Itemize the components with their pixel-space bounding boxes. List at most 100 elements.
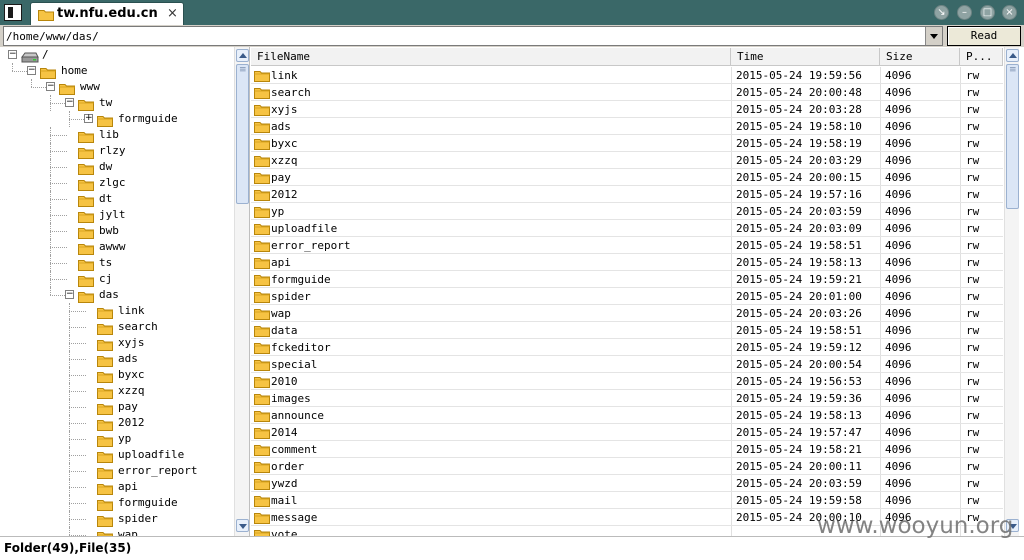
column-header-time[interactable]: Time bbox=[731, 48, 880, 66]
tab-site[interactable]: tw.nfu.edu.cn × bbox=[30, 2, 184, 25]
tree-item[interactable]: spider bbox=[0, 511, 233, 527]
tree-item[interactable]: rlzy bbox=[0, 143, 233, 159]
collapse-icon[interactable]: − bbox=[8, 50, 17, 59]
tree-item[interactable]: dw bbox=[0, 159, 233, 175]
scroll-down-icon[interactable] bbox=[236, 519, 249, 532]
folder-icon bbox=[254, 477, 270, 492]
tree-item[interactable]: api bbox=[0, 479, 233, 495]
tree-item[interactable]: xzzq bbox=[0, 383, 233, 399]
table-row[interactable]: api 2015-05-24 19:58:13 4096 rw bbox=[251, 254, 1003, 271]
tree-item[interactable]: xyjs bbox=[0, 335, 233, 351]
table-row[interactable]: uploadfile 2015-05-24 20:03:09 4096 rw bbox=[251, 220, 1003, 237]
table-row[interactable]: ads 2015-05-24 19:58:10 4096 rw bbox=[251, 118, 1003, 135]
table-row[interactable]: announce 2015-05-24 19:58:13 4096 rw bbox=[251, 407, 1003, 424]
tree-item[interactable]: uploadfile bbox=[0, 447, 233, 463]
table-row[interactable]: 2012 2015-05-24 19:57:16 4096 rw bbox=[251, 186, 1003, 203]
tree-item[interactable]: − tw bbox=[0, 95, 233, 111]
tree-item[interactable]: − das bbox=[0, 287, 233, 303]
scroll-thumb[interactable] bbox=[236, 64, 249, 204]
tree-item[interactable]: lib bbox=[0, 127, 233, 143]
path-input[interactable] bbox=[6, 29, 924, 44]
tree-item[interactable]: − / bbox=[0, 47, 233, 63]
tree-item[interactable]: yp bbox=[0, 431, 233, 447]
maximize-icon[interactable]: □ bbox=[980, 5, 995, 20]
list-scrollbar[interactable] bbox=[1004, 47, 1019, 536]
chevron-down-icon[interactable] bbox=[925, 27, 942, 45]
tree-item[interactable]: link bbox=[0, 303, 233, 319]
filename-cell: xyjs bbox=[251, 101, 731, 118]
scroll-up-icon[interactable] bbox=[1006, 49, 1019, 62]
table-row[interactable]: spider 2015-05-24 20:01:00 4096 rw bbox=[251, 288, 1003, 305]
table-row[interactable]: search 2015-05-24 20:00:48 4096 rw bbox=[251, 84, 1003, 101]
tree-item[interactable]: ts bbox=[0, 255, 233, 271]
tree-item[interactable]: jylt bbox=[0, 207, 233, 223]
tree-item[interactable]: wap bbox=[0, 527, 233, 536]
path-combobox[interactable] bbox=[3, 26, 943, 46]
table-row[interactable]: formguide 2015-05-24 19:59:21 4096 rw bbox=[251, 271, 1003, 288]
tree-guide-line bbox=[50, 287, 51, 295]
table-row[interactable]: data 2015-05-24 19:58:51 4096 rw bbox=[251, 322, 1003, 339]
table-row[interactable]: byxc 2015-05-24 19:58:19 4096 rw bbox=[251, 135, 1003, 152]
tree-item[interactable]: ads bbox=[0, 351, 233, 367]
filename-cell: xzzq bbox=[251, 152, 731, 169]
tree-item[interactable]: formguide bbox=[0, 495, 233, 511]
table-row[interactable]: error_report 2015-05-24 19:58:51 4096 rw bbox=[251, 237, 1003, 254]
tree-item[interactable]: − home bbox=[0, 63, 233, 79]
tree-item-label: zlgc bbox=[99, 176, 126, 189]
table-row[interactable]: 2014 2015-05-24 19:57:47 4096 rw bbox=[251, 424, 1003, 441]
folder-icon bbox=[38, 10, 54, 21]
table-row[interactable]: xzzq 2015-05-24 20:03:29 4096 rw bbox=[251, 152, 1003, 169]
sidebar-toggle-icon[interactable] bbox=[4, 4, 22, 21]
minimize-icon[interactable]: – bbox=[957, 5, 972, 20]
time-cell: 2015-05-24 20:03:09 bbox=[736, 222, 862, 235]
size-cell: 4096 bbox=[885, 103, 912, 116]
scroll-thumb[interactable] bbox=[1006, 64, 1019, 209]
collapse-icon[interactable]: − bbox=[65, 98, 74, 107]
tree-item[interactable]: 2012 bbox=[0, 415, 233, 431]
table-row[interactable]: images 2015-05-24 19:59:36 4096 rw bbox=[251, 390, 1003, 407]
collapse-icon[interactable]: − bbox=[46, 82, 55, 91]
tree-item-label: yp bbox=[118, 432, 132, 445]
close-icon[interactable]: × bbox=[1002, 5, 1017, 20]
scroll-up-icon[interactable] bbox=[236, 49, 249, 62]
table-row[interactable]: pay 2015-05-24 20:00:15 4096 rw bbox=[251, 169, 1003, 186]
tree-scrollbar[interactable] bbox=[234, 47, 249, 536]
table-row[interactable]: xyjs 2015-05-24 20:03:28 4096 rw bbox=[251, 101, 1003, 118]
tree-item[interactable]: bwb bbox=[0, 223, 233, 239]
collapse-icon[interactable]: − bbox=[27, 66, 36, 75]
tree-item[interactable]: − www bbox=[0, 79, 233, 95]
tree-item[interactable]: + formguide bbox=[0, 111, 233, 127]
tree-item[interactable]: error_report bbox=[0, 463, 233, 479]
tree-item-label: rlzy bbox=[99, 144, 126, 157]
table-row[interactable]: mail 2015-05-24 19:59:58 4096 rw bbox=[251, 492, 1003, 509]
table-row[interactable]: link 2015-05-24 19:59:56 4096 rw bbox=[251, 67, 1003, 84]
tree-item[interactable]: dt bbox=[0, 191, 233, 207]
table-row[interactable]: comment 2015-05-24 19:58:21 4096 rw bbox=[251, 441, 1003, 458]
tree-item[interactable]: awww bbox=[0, 239, 233, 255]
tree-item[interactable]: cj bbox=[0, 271, 233, 287]
folder-tree[interactable]: − / − home − www − tw + formguide lib rlzy dw zlgc dt j… bbox=[0, 47, 250, 536]
table-row[interactable]: ywzd 2015-05-24 20:03:59 4096 rw bbox=[251, 475, 1003, 492]
tab-close-icon[interactable]: × bbox=[167, 6, 178, 21]
table-row[interactable]: fckeditor 2015-05-24 19:59:12 4096 rw bbox=[251, 339, 1003, 356]
expand-icon[interactable]: + bbox=[84, 114, 93, 123]
folder-icon bbox=[254, 86, 270, 101]
read-button[interactable]: Read bbox=[947, 26, 1021, 46]
tree-item[interactable]: search bbox=[0, 319, 233, 335]
table-row[interactable]: 2010 2015-05-24 19:56:53 4096 rw bbox=[251, 373, 1003, 390]
column-header-filename[interactable]: FileName bbox=[251, 48, 731, 66]
column-header-permission[interactable]: P... bbox=[960, 48, 1003, 66]
tree-item[interactable]: pay bbox=[0, 399, 233, 415]
table-row[interactable]: yp 2015-05-24 20:03:59 4096 rw bbox=[251, 203, 1003, 220]
tree-guide-line bbox=[69, 471, 86, 472]
table-row[interactable]: wap 2015-05-24 20:03:26 4096 rw bbox=[251, 305, 1003, 322]
folder-icon bbox=[254, 273, 270, 288]
file-list[interactable]: FileName Time Size P... link 2015-05-24 1… bbox=[251, 47, 1024, 536]
collapse-icon[interactable]: − bbox=[65, 290, 74, 299]
table-row[interactable]: order 2015-05-24 20:00:11 4096 rw bbox=[251, 458, 1003, 475]
restore-icon[interactable]: ↘ bbox=[934, 5, 949, 20]
table-row[interactable]: special 2015-05-24 20:00:54 4096 rw bbox=[251, 356, 1003, 373]
tree-item[interactable]: byxc bbox=[0, 367, 233, 383]
column-header-size[interactable]: Size bbox=[880, 48, 960, 66]
tree-item[interactable]: zlgc bbox=[0, 175, 233, 191]
